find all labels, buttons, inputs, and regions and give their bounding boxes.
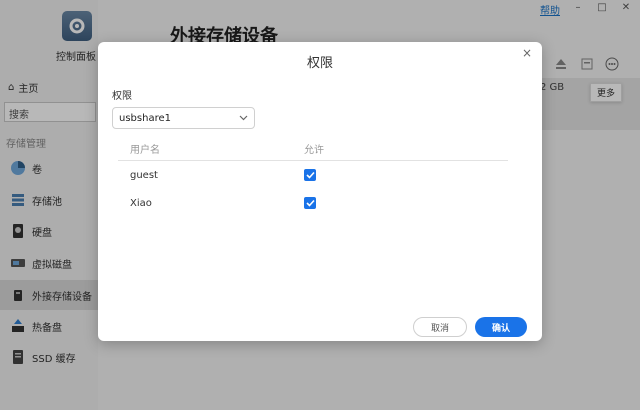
permission-dialog: 权限 × 权限 usbshare1 用户名 允许 guest Xiao 取消 确… <box>98 42 542 341</box>
check-icon <box>305 171 315 179</box>
user-name: Xiao <box>130 197 152 209</box>
share-select[interactable]: usbshare1 <box>112 107 255 129</box>
table-row: Xiao <box>118 189 508 217</box>
allow-checkbox[interactable] <box>304 169 316 181</box>
column-header-allow: 允许 <box>304 145 324 156</box>
cancel-button[interactable]: 取消 <box>413 317 467 337</box>
confirm-button[interactable]: 确认 <box>475 317 527 337</box>
chevron-down-icon <box>239 115 248 121</box>
column-header-user: 用户名 <box>130 145 160 156</box>
table-header: 用户名 允许 <box>118 137 508 161</box>
table-row: guest <box>118 161 508 189</box>
allow-checkbox[interactable] <box>304 197 316 209</box>
close-icon[interactable]: × <box>522 46 532 60</box>
dialog-title: 权限 <box>306 56 333 71</box>
user-name: guest <box>130 169 158 181</box>
check-icon <box>305 199 315 207</box>
share-select-value: usbshare1 <box>119 112 171 124</box>
permission-label: 权限 <box>112 91 132 102</box>
permission-table: 用户名 允许 guest Xiao <box>118 137 508 217</box>
